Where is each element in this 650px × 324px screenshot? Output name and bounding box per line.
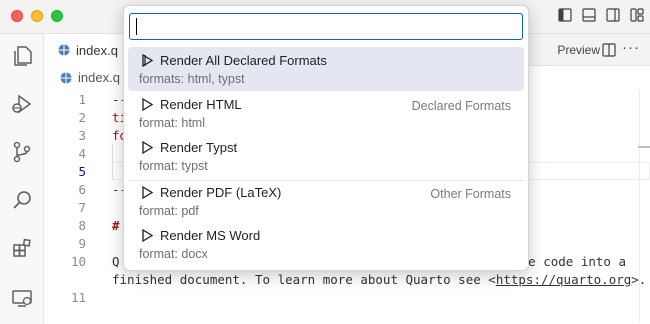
url-link[interactable]: https://quarto.org: [496, 272, 631, 287]
line-number: 8: [78, 218, 86, 233]
layout-controls: [558, 7, 644, 23]
line-number: 5: [78, 164, 86, 179]
quarto-file-icon: [60, 72, 72, 83]
tab-label: index.q: [76, 42, 118, 58]
quick-pick-item-description: formats: html, typst: [139, 72, 245, 86]
quick-pick-input[interactable]: [129, 13, 523, 40]
remote-explorer-icon: [12, 290, 32, 307]
activity-bar: [0, 34, 44, 324]
play-icon: [142, 229, 154, 242]
toggle-panel-icon[interactable]: [582, 7, 596, 23]
search-icon: [13, 191, 31, 209]
indent-guide: [112, 144, 113, 180]
line-number: 1: [78, 92, 86, 107]
quick-pick-menu: Render All Declared Formats formats: htm…: [123, 5, 529, 271]
toggle-secondary-sidebar-icon[interactable]: [606, 7, 620, 23]
quick-pick-item-description: format: typst: [139, 159, 208, 173]
line-number: 6: [78, 182, 86, 197]
run-debug-icon: [12, 94, 32, 114]
split-editor-icon[interactable]: [602, 43, 616, 57]
quick-pick-item[interactable]: Render PDF (LaTeX) Other Formats format:…: [128, 179, 524, 223]
overview-ruler-mark: [638, 146, 650, 148]
maximize-window-button[interactable]: [51, 10, 63, 22]
line-number: 11: [70, 290, 86, 305]
files-icon: [14, 46, 32, 66]
quarto-file-icon: [58, 44, 70, 56]
quick-pick-item-label: Render Typst: [160, 140, 238, 155]
quick-pick-item-label: Render MS Word: [160, 228, 261, 243]
line-number: 3: [78, 128, 86, 143]
breadcrumb: index.q: [60, 70, 120, 85]
customize-layout-icon[interactable]: [630, 7, 644, 23]
remote-explorer-button[interactable]: [8, 284, 36, 312]
line-number: 2: [78, 110, 86, 125]
source-control-button[interactable]: [8, 138, 36, 166]
quick-pick-item-label: Render All Declared Formats: [160, 53, 327, 68]
quick-pick-item[interactable]: Render MS Word format: docx: [128, 222, 524, 266]
line-number: 7: [78, 200, 86, 215]
minimize-window-button[interactable]: [31, 10, 43, 22]
code-line-wrapped: finished document. To learn more about Q…: [112, 272, 646, 287]
line-number: 4: [78, 146, 86, 161]
breadcrumb-file[interactable]: index.q: [78, 70, 120, 85]
quick-pick-item-description: format: html: [139, 116, 205, 130]
code-text: finished document. To learn more about Q…: [112, 272, 496, 287]
text-caret: [136, 18, 137, 35]
play-icon: [142, 186, 154, 199]
line-number: 9: [78, 236, 86, 251]
more-actions-button[interactable]: ···: [622, 39, 640, 56]
search-button[interactable]: [8, 186, 36, 214]
quick-pick-group-label: Other Formats: [430, 187, 511, 201]
play-icon: [142, 54, 154, 67]
toggle-primary-sidebar-icon[interactable]: [558, 7, 572, 23]
line-number: 10: [70, 254, 86, 269]
quick-pick-item-label: Render PDF (LaTeX): [160, 185, 282, 200]
preview-button[interactable]: Preview: [557, 43, 600, 57]
run-debug-button[interactable]: [8, 90, 36, 118]
scrollbar[interactable]: [639, 90, 640, 322]
code-line: #: [112, 218, 120, 233]
quick-pick-item[interactable]: Render HTML Declared Formats format: htm…: [128, 91, 524, 135]
explorer-button[interactable]: [8, 42, 36, 70]
code-text: >.: [631, 272, 647, 287]
close-window-button[interactable]: [11, 10, 23, 22]
extensions-icon: [13, 238, 31, 257]
quick-pick-group-label: Declared Formats: [411, 99, 511, 113]
play-icon: [142, 141, 154, 154]
quick-pick-item-description: format: docx: [139, 247, 208, 261]
source-control-icon: [13, 141, 31, 163]
play-icon: [142, 98, 154, 111]
code-line: Q: [112, 254, 120, 269]
quick-pick-item-description: format: pdf: [139, 204, 199, 218]
quick-pick-item-label: Render HTML: [160, 97, 242, 112]
tab-index-qmd[interactable]: index.q: [44, 34, 131, 66]
quick-pick-item[interactable]: Render All Declared Formats formats: htm…: [128, 47, 524, 91]
quick-pick-item[interactable]: Render Typst format: typst: [128, 134, 524, 178]
extensions-button[interactable]: [8, 234, 36, 262]
code-line-fragment: e code into a: [528, 254, 626, 269]
